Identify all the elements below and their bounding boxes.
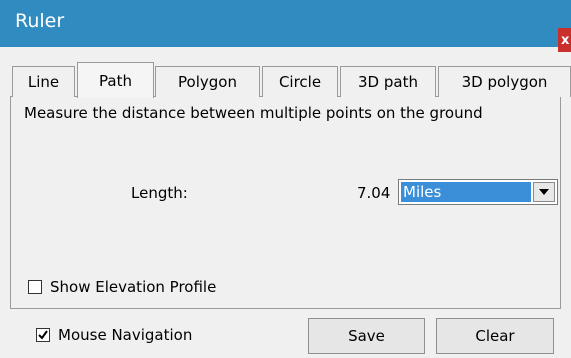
length-value: 7.04	[357, 184, 391, 202]
mouse-navigation-label: Mouse Navigation	[58, 326, 193, 344]
checkmark-icon	[38, 330, 48, 340]
tab-description: Measure the distance between multiple po…	[24, 104, 483, 122]
dropdown-arrow-button[interactable]	[533, 182, 555, 202]
chevron-down-icon	[539, 189, 549, 195]
tab-circle[interactable]: Circle	[262, 66, 338, 97]
unit-selected-value: Miles	[401, 182, 531, 202]
tab-line[interactable]: Line	[12, 66, 75, 97]
length-label: Length:	[131, 184, 188, 202]
tab-polygon[interactable]: Polygon	[155, 66, 260, 97]
show-elevation-row[interactable]: Show Elevation Profile	[28, 278, 216, 296]
save-button[interactable]: Save	[308, 318, 425, 354]
window-title: Ruler	[15, 10, 65, 32]
tab-3d-polygon[interactable]: 3D polygon	[438, 66, 571, 97]
clear-button[interactable]: Clear	[436, 318, 554, 354]
tab-3d-path[interactable]: 3D path	[340, 66, 436, 97]
close-button[interactable]: x	[558, 28, 571, 52]
close-icon: x	[561, 32, 570, 48]
show-elevation-checkbox[interactable]	[28, 280, 42, 294]
title-bar	[0, 0, 571, 47]
show-elevation-label: Show Elevation Profile	[50, 278, 217, 296]
mouse-navigation-row[interactable]: Mouse Navigation	[36, 326, 192, 344]
unit-dropdown[interactable]: Miles	[398, 179, 558, 205]
mouse-navigation-checkbox[interactable]	[36, 328, 50, 342]
tab-path[interactable]: Path	[77, 62, 154, 98]
